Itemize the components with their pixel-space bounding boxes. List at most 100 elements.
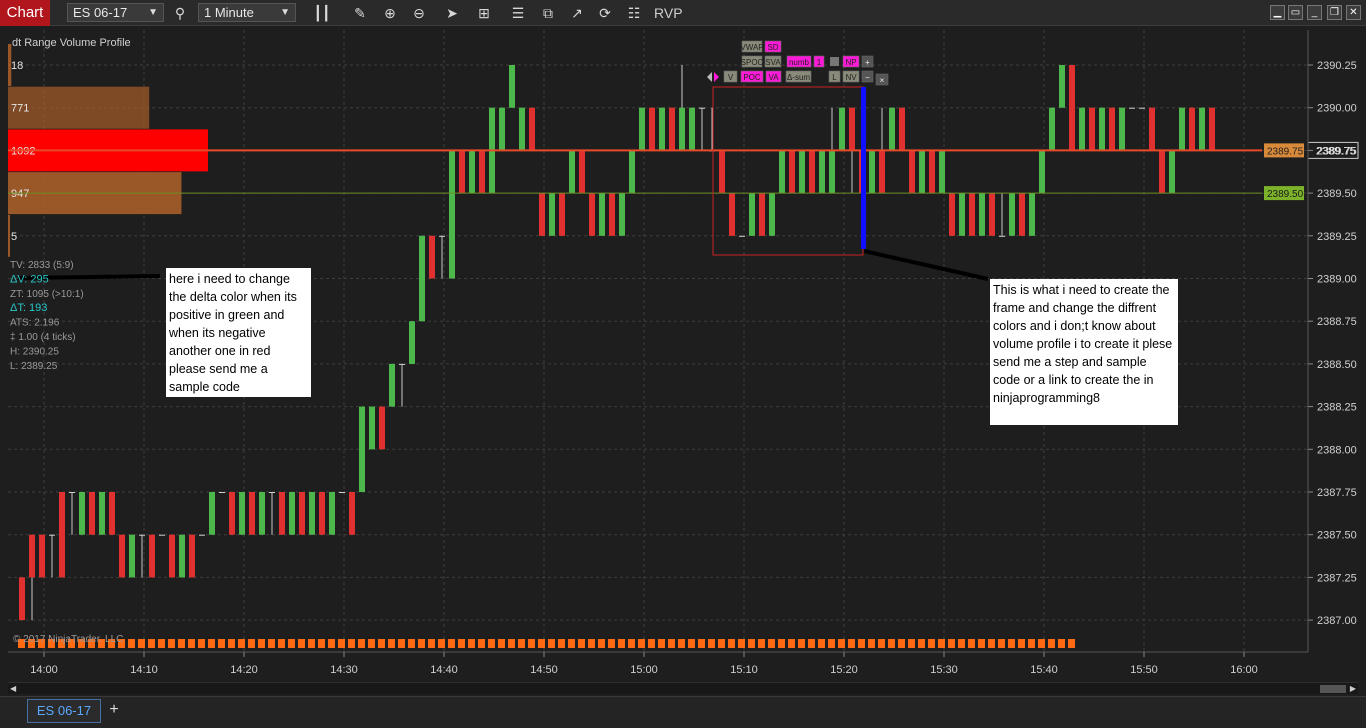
- indicators-icon[interactable]: ☰: [508, 3, 528, 23]
- stat-ats: ATS: 2.196: [10, 318, 60, 329]
- stat-dv: ΔV: 295: [10, 273, 49, 285]
- restore-window-button[interactable]: ▭: [1288, 5, 1303, 20]
- properties-icon[interactable]: ☷: [624, 3, 644, 23]
- candle-body: [449, 150, 455, 279]
- candle-body: [579, 150, 585, 194]
- volume-bar: [878, 639, 885, 648]
- candle-body: [1079, 107, 1085, 151]
- zoom-in-icon[interactable]: ⊕: [380, 3, 400, 23]
- time-label: 14:30: [330, 664, 358, 676]
- horizontal-scrollbar[interactable]: ◀ ▶: [8, 682, 1358, 694]
- candle-body: [409, 321, 415, 364]
- candle-body: [79, 492, 85, 535]
- candle-body: [289, 492, 295, 535]
- rvp-v-button: V: [728, 73, 734, 82]
- interval-selector[interactable]: 1 Minute ▼: [198, 3, 296, 22]
- price-label: 2388.50: [1317, 359, 1357, 371]
- volume-bar: [908, 639, 915, 648]
- candle-body: [1009, 193, 1015, 236]
- strategies-icon[interactable]: ⧉: [538, 3, 558, 23]
- volume-bar: [778, 639, 785, 648]
- bar-type-icon[interactable]: ┃┃: [312, 3, 332, 23]
- volume-bar: [1038, 639, 1045, 648]
- volume-bar: [468, 639, 475, 648]
- rvp-va-button: VA: [768, 73, 779, 82]
- pointer-icon[interactable]: ➤: [442, 3, 462, 23]
- volume-profile-label: 771: [11, 103, 29, 115]
- scroll-right-icon[interactable]: ▶: [1350, 683, 1356, 694]
- volume-bar: [458, 639, 465, 648]
- candle-body: [1169, 150, 1175, 194]
- volume-bar: [1048, 639, 1055, 648]
- candle-body: [999, 235, 1005, 237]
- candle-body: [769, 193, 775, 236]
- volume-bar: [308, 639, 315, 648]
- scroll-thumb[interactable]: [1320, 685, 1346, 693]
- price-label: 2390.25: [1317, 60, 1357, 72]
- candle-body: [59, 492, 65, 578]
- minimize-window-button[interactable]: ▁: [1270, 5, 1285, 20]
- price-label: 2388.75: [1317, 316, 1357, 328]
- candle-body: [229, 492, 235, 535]
- candle-body: [619, 193, 625, 236]
- volume-bar: [618, 639, 625, 648]
- candle-body: [909, 150, 915, 194]
- candle-body: [979, 193, 985, 236]
- volume-bar: [208, 639, 215, 648]
- volume-bar: [698, 639, 705, 648]
- rvp-l-button: L: [832, 73, 837, 82]
- pencil-icon[interactable]: ✎: [350, 3, 370, 23]
- volume-profile-label: 5: [11, 231, 17, 243]
- search-icon[interactable]: ⚲: [170, 3, 190, 23]
- maximize-icon[interactable]: ❐: [1327, 5, 1342, 20]
- candle-body: [309, 492, 315, 535]
- rvp-close-button: ×: [880, 76, 885, 85]
- chart-title-tab[interactable]: Chart: [0, 0, 50, 26]
- volume-bar: [558, 639, 565, 648]
- close-icon[interactable]: ✕: [1346, 5, 1361, 20]
- candle-body: [629, 150, 635, 194]
- add-tab-button[interactable]: +: [104, 699, 124, 723]
- reload-icon[interactable]: ⟳: [595, 3, 615, 23]
- candle-body: [149, 534, 155, 578]
- instrument-tab[interactable]: ES 06-17: [27, 699, 101, 723]
- candle-body: [829, 150, 835, 194]
- volume-bar: [128, 639, 135, 648]
- annotation-frame-request: This is what i need to create the frame …: [990, 279, 1178, 425]
- instrument-selector[interactable]: ES 06-17 ▼: [67, 3, 164, 22]
- candle-body: [469, 150, 475, 194]
- candle-body: [659, 107, 665, 151]
- minimize-icon[interactable]: _: [1307, 5, 1322, 20]
- volume-bar: [398, 639, 405, 648]
- data-box-icon[interactable]: ⊞: [474, 3, 494, 23]
- volume-bar: [598, 639, 605, 648]
- volume-bar: [568, 639, 575, 648]
- volume-bar: [928, 639, 935, 648]
- interval-value: 1 Minute: [204, 5, 254, 20]
- stat-high: H: 2390.25: [10, 346, 59, 357]
- volume-profile-label: 18: [11, 60, 23, 72]
- volume-bar: [808, 639, 815, 648]
- candle-body: [889, 107, 895, 151]
- volume-bar: [1008, 639, 1015, 648]
- volume-bar: [498, 639, 505, 648]
- scroll-left-icon[interactable]: ◀: [10, 683, 16, 694]
- volume-bar: [978, 639, 985, 648]
- price-label: 2389.75: [1317, 145, 1357, 157]
- candle-body: [969, 193, 975, 236]
- rvp-square-icon: [830, 57, 839, 66]
- candle-body: [539, 193, 545, 236]
- rvp-dsum-button: Δ-sum: [787, 73, 810, 82]
- candle-body: [849, 107, 855, 151]
- candle-body: [499, 107, 505, 151]
- volume-bar: [518, 639, 525, 648]
- candle-body: [959, 193, 965, 236]
- volume-bar: [708, 639, 715, 648]
- volume-bar: [1018, 639, 1025, 648]
- candle-body: [899, 107, 905, 151]
- candle-body: [429, 235, 435, 279]
- zoom-out-icon[interactable]: ⊖: [409, 3, 429, 23]
- candle-body: [159, 534, 165, 536]
- volume-bar: [438, 639, 445, 648]
- drawing-tools-icon[interactable]: ↗: [567, 3, 587, 23]
